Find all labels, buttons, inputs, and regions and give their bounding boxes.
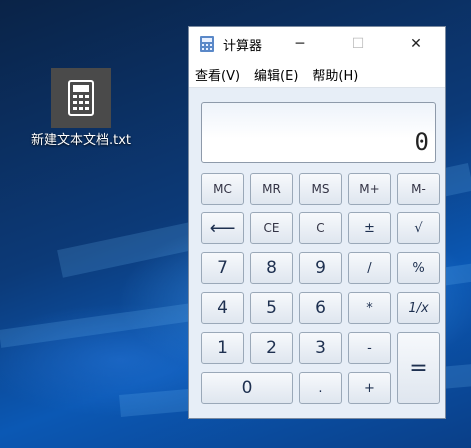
subtract-button[interactable]: - bbox=[348, 332, 391, 364]
digit-4-button[interactable]: 4 bbox=[201, 292, 244, 324]
divide-button[interactable]: / bbox=[348, 252, 391, 284]
title-bar[interactable]: 计算器 ─ ☐ ✕ bbox=[189, 27, 445, 61]
calculator-app-icon bbox=[200, 36, 214, 52]
digit-9-button[interactable]: 9 bbox=[299, 252, 342, 284]
close-button[interactable]: ✕ bbox=[387, 27, 445, 61]
menu-view[interactable]: 查看(V) bbox=[195, 65, 240, 84]
digit-5-button[interactable]: 5 bbox=[250, 292, 293, 324]
clear-button[interactable]: C bbox=[299, 212, 342, 244]
digit-0-button[interactable]: 0 bbox=[201, 372, 293, 404]
multiply-button[interactable]: * bbox=[348, 292, 391, 324]
desktop-icon-label: 新建文本文档.txt bbox=[30, 133, 132, 148]
calculator-file-icon bbox=[51, 68, 111, 128]
percent-button[interactable]: % bbox=[397, 252, 440, 284]
menu-help[interactable]: 帮助(H) bbox=[312, 65, 358, 84]
digit-8-button[interactable]: 8 bbox=[250, 252, 293, 284]
ce-button[interactable]: CE bbox=[250, 212, 293, 244]
desktop-icon-text-document[interactable]: 新建文本文档.txt bbox=[26, 68, 136, 150]
display-value: 0 bbox=[414, 128, 429, 156]
m-minus-button[interactable]: M- bbox=[397, 173, 440, 205]
digit-3-button[interactable]: 3 bbox=[299, 332, 342, 364]
m-plus-button[interactable]: M+ bbox=[348, 173, 391, 205]
plus-minus-button[interactable]: ± bbox=[348, 212, 391, 244]
result-display: 0 bbox=[201, 102, 436, 163]
window-title: 计算器 bbox=[223, 38, 263, 54]
add-button[interactable]: + bbox=[348, 372, 391, 404]
equals-button[interactable]: = bbox=[397, 332, 440, 404]
digit-6-button[interactable]: 6 bbox=[299, 292, 342, 324]
menu-edit[interactable]: 编辑(E) bbox=[254, 65, 298, 84]
minimize-button[interactable]: ─ bbox=[271, 27, 329, 61]
maximize-button[interactable]: ☐ bbox=[329, 27, 387, 61]
reciprocal-button[interactable]: 1/x bbox=[397, 292, 440, 324]
menu-bar: 查看(V) 编辑(E) 帮助(H) bbox=[189, 61, 445, 88]
decimal-button[interactable]: . bbox=[299, 372, 342, 404]
mr-button[interactable]: MR bbox=[250, 173, 293, 205]
digit-2-button[interactable]: 2 bbox=[250, 332, 293, 364]
digit-7-button[interactable]: 7 bbox=[201, 252, 244, 284]
digit-1-button[interactable]: 1 bbox=[201, 332, 244, 364]
mc-button[interactable]: MC bbox=[201, 173, 244, 205]
calculator-window: 计算器 ─ ☐ ✕ 查看(V) 编辑(E) 帮助(H) 0 MC MR MS M… bbox=[188, 26, 446, 419]
sqrt-button[interactable]: √ bbox=[397, 212, 440, 244]
backspace-button[interactable]: ⟵ bbox=[201, 212, 244, 244]
ms-button[interactable]: MS bbox=[299, 173, 342, 205]
